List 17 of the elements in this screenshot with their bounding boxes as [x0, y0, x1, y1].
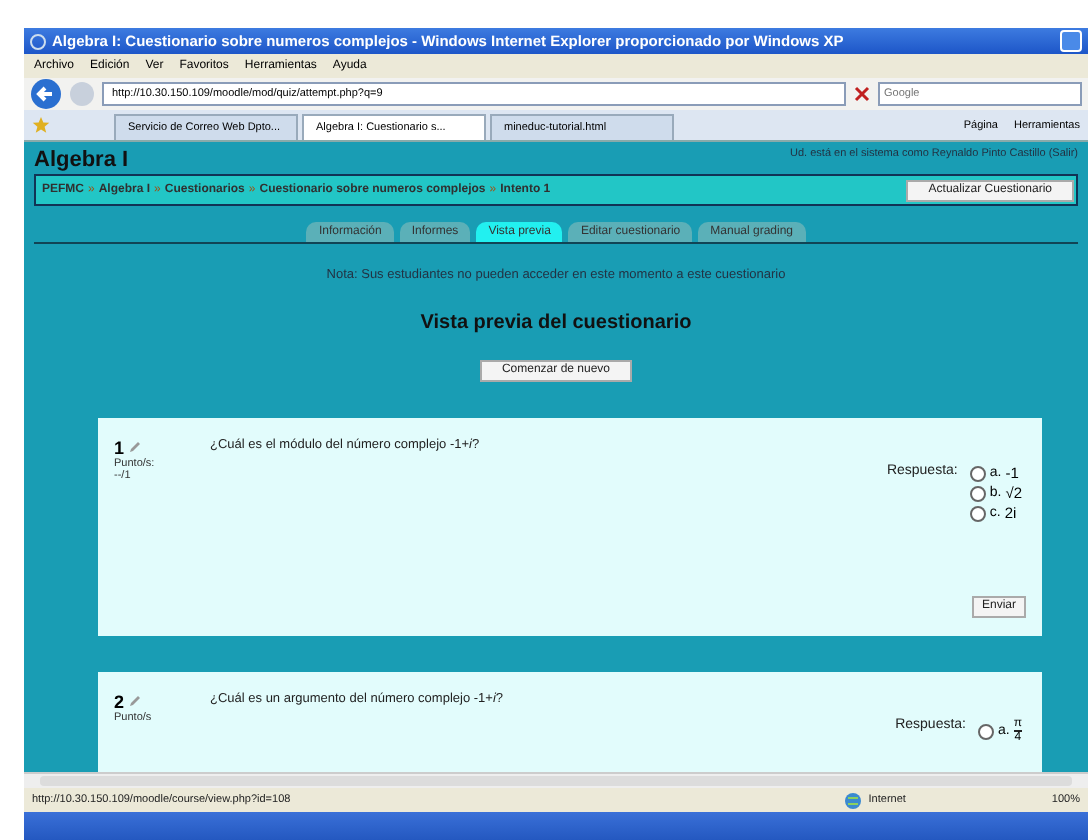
browser-icon [30, 33, 46, 49]
back-button[interactable] [30, 78, 62, 110]
minimize-button[interactable] [1060, 30, 1082, 52]
horizontal-scrollbar[interactable] [24, 772, 1088, 788]
radio-button[interactable] [969, 465, 986, 481]
star-icon[interactable] [32, 116, 50, 134]
stop-button[interactable] [854, 86, 870, 102]
course-title: Algebra I [34, 148, 129, 172]
edit-icon[interactable] [128, 440, 143, 454]
radio-button[interactable] [969, 505, 986, 521]
edit-icon[interactable] [128, 694, 143, 708]
globe-icon [844, 791, 863, 809]
question-number: 1 [114, 438, 125, 458]
radio-button[interactable] [969, 485, 986, 501]
radio-button[interactable] [978, 723, 995, 739]
question-number: 2 [114, 692, 125, 712]
page-heading: Vista previa del cuestionario [418, 312, 694, 334]
